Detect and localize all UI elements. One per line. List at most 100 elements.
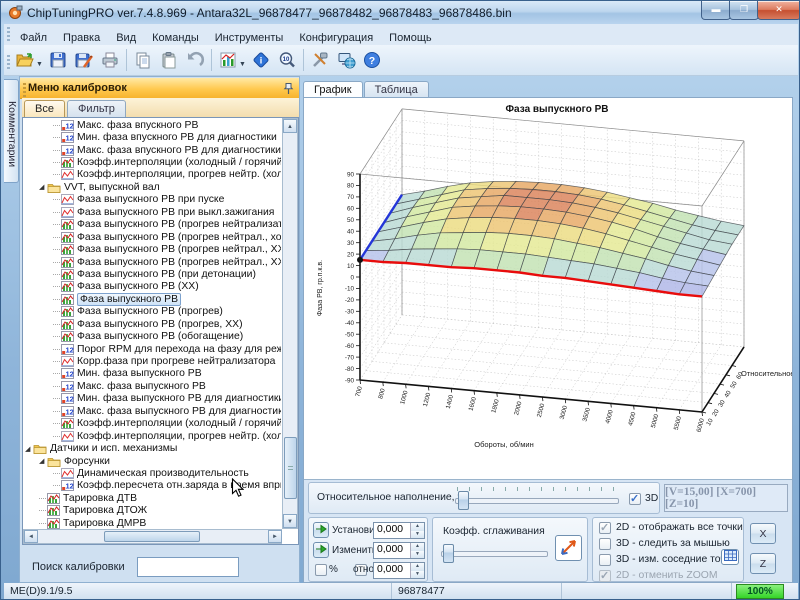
z-axis-button[interactable]: Z xyxy=(750,553,776,574)
print-button[interactable] xyxy=(97,47,123,73)
spin-up[interactable]: ▲ xyxy=(411,543,424,551)
menu-item[interactable]: Вид xyxy=(108,29,144,44)
smoothing-slider-thumb[interactable] xyxy=(443,544,454,563)
spin-up[interactable]: ▲ xyxy=(411,563,424,571)
x-axis-button[interactable]: X xyxy=(750,523,776,544)
close-button[interactable]: ✕ xyxy=(757,1,800,20)
menu-item[interactable]: Конфигурация xyxy=(291,29,381,44)
scroll-right-button[interactable]: ► xyxy=(268,530,282,543)
percent-checkbox[interactable] xyxy=(315,564,327,576)
tree-folder[interactable]: ◢VVT, выпускной вал xyxy=(23,181,281,193)
menu-item[interactable]: Файл xyxy=(12,29,55,44)
tree-item[interactable]: Корр.фаза при прогреве нейтрализатора xyxy=(23,355,281,367)
tree-item[interactable]: Фаза выпускного РВ (при детонации) xyxy=(23,268,281,280)
chart-button[interactable] xyxy=(215,47,241,73)
apply-change-button[interactable] xyxy=(313,542,329,558)
minimize-button[interactable]: ▬ xyxy=(701,1,731,20)
relative-value-spinner[interactable]: 0,000▲▼ xyxy=(373,562,425,579)
open-dropdown-arrow[interactable]: ▼ xyxy=(36,61,43,68)
scroll-up-button[interactable]: ▲ xyxy=(283,119,297,133)
tree-hscrollbar[interactable]: ◄ ► xyxy=(23,529,282,544)
pin-icon[interactable] xyxy=(283,82,294,95)
open-button[interactable] xyxy=(12,47,38,73)
tab-filter[interactable]: Фильтр xyxy=(67,100,126,117)
fill-slider-thumb[interactable] xyxy=(458,491,469,510)
copy-button[interactable] xyxy=(130,47,156,73)
hscroll-thumb[interactable] xyxy=(104,531,200,542)
network-button[interactable] xyxy=(333,47,359,73)
comments-side-tab[interactable]: Комментарии xyxy=(4,79,19,183)
tree-item[interactable]: 12Мин. фаза выпускного РВ xyxy=(23,368,281,380)
option-checkbox[interactable] xyxy=(599,554,611,566)
tree-item[interactable]: 12Макс. фаза выпускного РВ для диагности… xyxy=(23,405,281,417)
tree-item[interactable]: Фаза выпускного РВ (обогащение) xyxy=(23,330,281,342)
option-checkbox[interactable] xyxy=(599,522,611,534)
tree-item[interactable]: Фаза выпускного РВ (прогрев, ХХ) xyxy=(23,318,281,330)
expander-icon[interactable]: ◢ xyxy=(25,445,33,453)
tree-item[interactable]: Фаза выпускного РВ (ХХ) xyxy=(23,281,281,293)
save-button[interactable] xyxy=(45,47,71,73)
tree-item[interactable]: 12Макс. фаза впускного РВ xyxy=(23,119,281,131)
menu-item[interactable]: Инструменты xyxy=(207,29,292,44)
tree-item[interactable]: 12Мин. фаза впускного РВ для диагностики xyxy=(23,131,281,143)
chart-dropdown-arrow[interactable]: ▼ xyxy=(239,61,246,68)
tree-item[interactable]: Коэфф.интерполяции, прогрев нейтр. (холо… xyxy=(23,169,281,181)
fill-slider-track[interactable] xyxy=(455,498,619,504)
smoothing-slider-track[interactable] xyxy=(441,551,548,557)
expander-icon[interactable]: ◢ xyxy=(39,183,47,191)
display-option[interactable]: 2D - отображать все точки xyxy=(599,520,743,535)
tree-item[interactable]: Коэфф.интерполяции (холодный / горячий ) xyxy=(23,418,281,430)
search-input[interactable] xyxy=(137,557,239,577)
spin-up[interactable]: ▲ xyxy=(411,523,424,531)
tree-item[interactable]: Фаза выпускного РВ при пуске xyxy=(23,194,281,206)
apply-set-button[interactable] xyxy=(313,522,329,538)
tree-item[interactable]: Фаза выпускного РВ (прогрев нейтрал., ХХ… xyxy=(23,243,281,255)
tree-item[interactable]: 12Мин. фаза выпускного РВ для диагностик… xyxy=(23,393,281,405)
tree-item[interactable]: 12Макс. фаза впускного РВ для диагностик… xyxy=(23,144,281,156)
undo-button[interactable] xyxy=(182,47,208,73)
tree-folder[interactable]: ◢Датчики и исп. механизмы xyxy=(23,442,281,454)
scale-button[interactable] xyxy=(555,535,582,561)
tree-item[interactable]: Коэфф.интерполяции (холодный / горячий ) xyxy=(23,156,281,168)
tree-item[interactable]: 12Макс. фаза выпускного РВ xyxy=(23,380,281,392)
menu-item[interactable]: Команды xyxy=(144,29,207,44)
scroll-left-button[interactable]: ◄ xyxy=(24,530,38,543)
title-bar[interactable]: ChipTuningPRO ver.7.4.8.969 - Antara32L_… xyxy=(1,1,800,24)
tree-item[interactable]: Фаза выпускного РВ (прогрев нейтрал., ХХ… xyxy=(23,256,281,268)
display-option[interactable]: 2D - отменить ZOOM xyxy=(599,568,743,583)
spin-down[interactable]: ▼ xyxy=(411,531,424,539)
tab-table[interactable]: Таблица xyxy=(364,81,429,98)
chart-area[interactable]: -90-80-70-60-50-40-30-20-100102030405060… xyxy=(304,98,792,480)
tree-item[interactable]: Тарировка ДМРВ xyxy=(23,517,281,529)
set-value-spinner[interactable]: 0,000▲▼ xyxy=(373,522,425,539)
help-button[interactable]: ? xyxy=(359,47,385,73)
save-as-button[interactable] xyxy=(71,47,97,73)
3d-checkbox[interactable] xyxy=(629,493,641,505)
paste-button[interactable] xyxy=(156,47,182,73)
info-button[interactable]: i xyxy=(248,47,274,73)
menu-item[interactable]: Правка xyxy=(55,29,108,44)
tree-item[interactable]: Фаза выпускного РВ xyxy=(23,293,281,305)
scroll-down-button[interactable]: ▼ xyxy=(283,514,297,528)
tree-item[interactable]: Фаза выпускного РВ (прогрев нейтрализато… xyxy=(23,219,281,231)
menu-item[interactable]: Помощь xyxy=(381,29,440,44)
tree-vscrollbar[interactable]: ▲ ▼ xyxy=(282,118,298,529)
tree-item[interactable]: Фаза выпускного РВ при выкл.зажигания xyxy=(23,206,281,218)
tree-item[interactable]: Фаза выпускного РВ (прогрев нейтрал., хо… xyxy=(23,231,281,243)
change-value-spinner[interactable]: 0,000▲▼ xyxy=(373,542,425,559)
tree-item[interactable]: Фаза выпускного РВ (прогрев) xyxy=(23,306,281,318)
tab-all[interactable]: Все xyxy=(24,100,65,117)
zoom-10-button[interactable]: 10 xyxy=(274,47,300,73)
grid-button[interactable] xyxy=(721,549,739,565)
vscroll-thumb[interactable] xyxy=(284,437,297,499)
tree-item[interactable]: 12Порог RPM для перехода на фазу для реж… xyxy=(23,343,281,355)
maximize-button[interactable]: ❒ xyxy=(729,1,759,20)
tools-button[interactable] xyxy=(307,47,333,73)
spin-down[interactable]: ▼ xyxy=(411,571,424,579)
spin-down[interactable]: ▼ xyxy=(411,551,424,559)
tree-item[interactable]: Тарировка ДТОЖ xyxy=(23,505,281,517)
tree-folder[interactable]: ◢Форсунки xyxy=(23,455,281,467)
option-checkbox[interactable] xyxy=(599,570,611,582)
option-checkbox[interactable] xyxy=(599,538,611,550)
expander-icon[interactable]: ◢ xyxy=(39,457,47,465)
